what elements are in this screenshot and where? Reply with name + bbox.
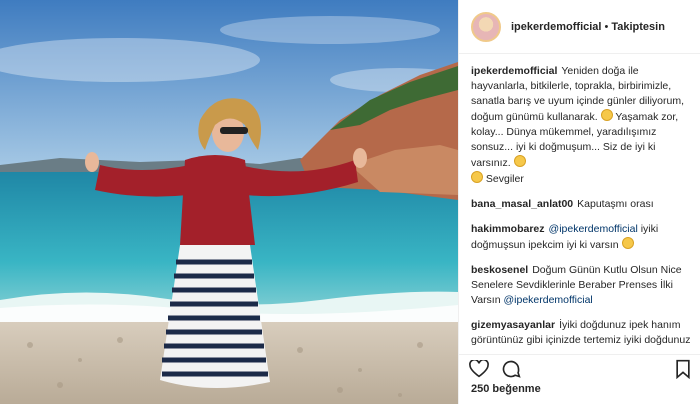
- post-side-panel: ipekerdemofficial • Takiptesin ipekerdem…: [458, 0, 700, 404]
- avatar[interactable]: [471, 11, 501, 42]
- beach-photo: [0, 0, 458, 404]
- header-username[interactable]: ipekerdemofficial: [511, 21, 601, 33]
- comment-mention[interactable]: @ipekerdemofficial: [549, 223, 638, 235]
- likes-count[interactable]: 250 beğenme: [471, 383, 541, 395]
- heart-icon[interactable]: [469, 359, 489, 378]
- comment-icon[interactable]: [501, 359, 521, 379]
- comment-item: beskosenel Doğum Günün Kutlu Olsun Nice S…: [471, 263, 693, 308]
- comment-username[interactable]: ipekerdemofficial: [471, 65, 557, 77]
- bookmark-icon[interactable]: [675, 359, 691, 379]
- header-separator: •: [604, 20, 609, 33]
- comment-text: Sevgiler: [485, 173, 524, 185]
- comment-username[interactable]: beskosenel: [471, 264, 528, 276]
- action-bar: [459, 354, 700, 382]
- comment-username[interactable]: bana_masal_anlat00: [471, 198, 573, 210]
- comment-item: gizemyasayanlar İyiki doğdunuz ipek hanım…: [471, 318, 693, 350]
- comment-list[interactable]: ipekerdemofficial Yeniden doğa ile hayvan…: [471, 64, 693, 350]
- comment-username[interactable]: hakimmobarez: [471, 223, 545, 235]
- comment-username[interactable]: gizemyasayanlar: [471, 319, 555, 331]
- smile-emoji-icon: [513, 155, 526, 167]
- instagram-post: ipekerdemofficial • Takiptesin ipekerdem…: [0, 0, 700, 404]
- post-header: ipekerdemofficial • Takiptesin: [459, 0, 700, 54]
- post-photo[interactable]: [0, 0, 458, 404]
- smile-emoji-icon: [621, 237, 634, 249]
- comment-text: Kaputaşmı orası: [577, 198, 654, 210]
- follow-status[interactable]: Takiptesin: [611, 21, 665, 33]
- smile-emoji-icon: [471, 171, 483, 183]
- smile-emoji-icon: [600, 109, 613, 121]
- comment-item: bana_masal_anlat00 Kaputaşmı orası: [471, 197, 693, 212]
- comment-mention[interactable]: @ipekerdemofficial: [504, 294, 593, 306]
- caption: ipekerdemofficial Yeniden doğa ile hayvan…: [471, 64, 693, 187]
- comment-item: hakimmobarez @ipekerdemofficial iyiki doğ…: [471, 222, 693, 253]
